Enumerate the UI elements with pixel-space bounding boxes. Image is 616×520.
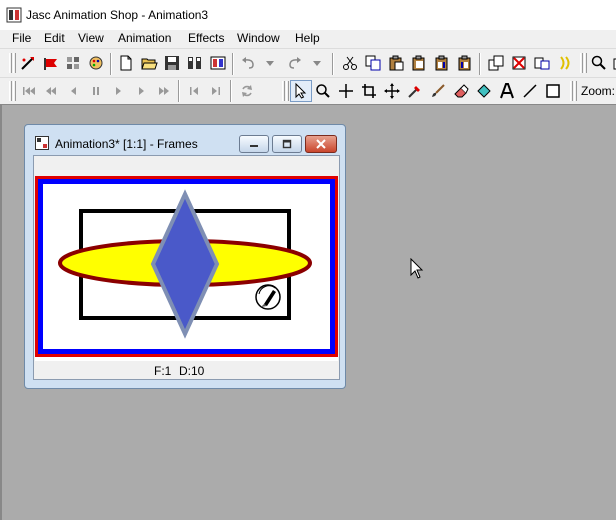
menu-file[interactable]: File [12, 31, 31, 45]
fast-forward-icon[interactable] [153, 80, 175, 102]
arrow-tool-icon[interactable] [290, 80, 312, 102]
undo-icon[interactable] [237, 52, 259, 74]
paste-after-icon[interactable] [454, 52, 476, 74]
eraser-tool-icon[interactable] [450, 80, 472, 102]
menu-help[interactable]: Help [295, 31, 320, 45]
next-frame-icon[interactable] [130, 80, 152, 102]
toolbar-grip[interactable] [9, 81, 12, 101]
frames-window-title: Animation3* [1:1] - Frames [55, 137, 198, 151]
animation-wizard-icon[interactable] [17, 52, 39, 74]
previous-arrow-icon[interactable] [183, 80, 205, 102]
toolbar-separator [110, 53, 112, 75]
toolbar-grip[interactable] [580, 53, 583, 73]
dropper-tool-icon[interactable] [404, 80, 426, 102]
text-tool-icon[interactable] [496, 80, 518, 102]
menu-effects[interactable]: Effects [188, 31, 224, 45]
line-tool-icon[interactable] [519, 80, 541, 102]
toolbar-grip[interactable] [584, 53, 587, 73]
new-file-icon[interactable] [115, 52, 137, 74]
hand-view-icon[interactable] [609, 52, 616, 74]
toolbar-grip[interactable] [9, 53, 12, 73]
copy-icon[interactable] [362, 52, 384, 74]
paintbrush-tool-icon[interactable] [427, 80, 449, 102]
optimization-wizard-icon[interactable] [62, 52, 84, 74]
redo-dropdown-icon[interactable] [306, 52, 328, 74]
zoom-tool-icon[interactable] [312, 80, 334, 102]
duplicate-icon[interactable] [485, 52, 507, 74]
redo-icon[interactable] [284, 52, 306, 74]
frames-window[interactable]: Animation3* [1:1] - Frames F:1 D:10 [24, 124, 346, 389]
save-frames-icon[interactable] [184, 52, 206, 74]
frame-delay: D:10 [179, 364, 205, 378]
first-frame-icon[interactable] [18, 80, 40, 102]
insert-frames-icon[interactable] [531, 52, 553, 74]
toolbar-grip[interactable] [286, 81, 289, 101]
toolbar-separator [178, 80, 180, 102]
restore-icon [282, 139, 292, 149]
toolbar-grip[interactable] [282, 81, 285, 101]
toolbar-grip[interactable] [570, 81, 573, 101]
toolbar-separator [479, 53, 481, 75]
banner-wizard-icon[interactable] [40, 52, 62, 74]
palette-icon[interactable] [85, 52, 107, 74]
move-tool-icon[interactable] [381, 80, 403, 102]
mover-tool-icon[interactable] [335, 80, 357, 102]
toolbar-grip[interactable] [574, 81, 577, 101]
menu-bar: File Edit View Animation Effects Window … [0, 30, 616, 48]
toolbar-separator [230, 80, 232, 102]
standard-toolbar [0, 48, 616, 78]
toolbar-grip[interactable] [13, 53, 16, 73]
title-bar: Jasc Animation Shop - Animation3 [0, 0, 616, 30]
toolbar-separator [332, 53, 334, 75]
menu-view[interactable]: View [78, 31, 104, 45]
frames-window-title-bar[interactable]: Animation3* [1:1] - Frames [25, 125, 345, 155]
close-icon [316, 139, 326, 149]
shape-tool-icon[interactable] [542, 80, 564, 102]
minimize-button[interactable] [239, 135, 269, 153]
window-title: Jasc Animation Shop - Animation3 [26, 8, 209, 22]
menu-edit[interactable]: Edit [44, 31, 65, 45]
frames-client-area: F:1 D:10 [33, 155, 340, 380]
loop-icon[interactable] [236, 80, 258, 102]
rewind-icon[interactable] [40, 80, 62, 102]
next-arrow-icon[interactable] [205, 80, 227, 102]
frame-number: F:1 [154, 364, 172, 378]
zoom-label: Zoom: [581, 84, 616, 98]
crop-tool-icon[interactable] [358, 80, 380, 102]
toolbar-separator [232, 53, 234, 75]
minimize-icon [250, 145, 258, 147]
paste-as-new-icon[interactable] [408, 52, 430, 74]
transition-icon[interactable] [555, 52, 577, 74]
paste-icon[interactable] [385, 52, 407, 74]
mouse-cursor-icon [410, 258, 424, 279]
menu-animation[interactable]: Animation [118, 31, 171, 45]
frames-status-bar: F:1 D:10 [34, 362, 339, 380]
pen-logo-icon [255, 284, 281, 310]
save-icon[interactable] [161, 52, 183, 74]
close-button[interactable] [305, 135, 337, 153]
previous-frame-icon[interactable] [62, 80, 84, 102]
maximize-button[interactable] [272, 135, 302, 153]
frame-image [35, 176, 338, 357]
undo-dropdown-icon[interactable] [259, 52, 281, 74]
animation-window-icon[interactable] [35, 136, 49, 150]
film-strip-icon[interactable] [207, 52, 229, 74]
frame-canvas[interactable] [35, 176, 338, 361]
delete-frames-icon[interactable] [508, 52, 530, 74]
toolbar-grip[interactable] [13, 81, 16, 101]
menu-window[interactable]: Window [237, 31, 280, 45]
zoom-view-icon[interactable] [588, 52, 610, 74]
tools-toolbar: Zoom: [0, 77, 616, 104]
app-icon[interactable] [6, 7, 22, 23]
fill-tool-icon[interactable] [473, 80, 495, 102]
cut-icon[interactable] [339, 52, 361, 74]
pause-icon[interactable] [85, 80, 107, 102]
open-file-icon[interactable] [138, 52, 160, 74]
paste-before-icon[interactable] [431, 52, 453, 74]
play-icon[interactable] [107, 80, 129, 102]
